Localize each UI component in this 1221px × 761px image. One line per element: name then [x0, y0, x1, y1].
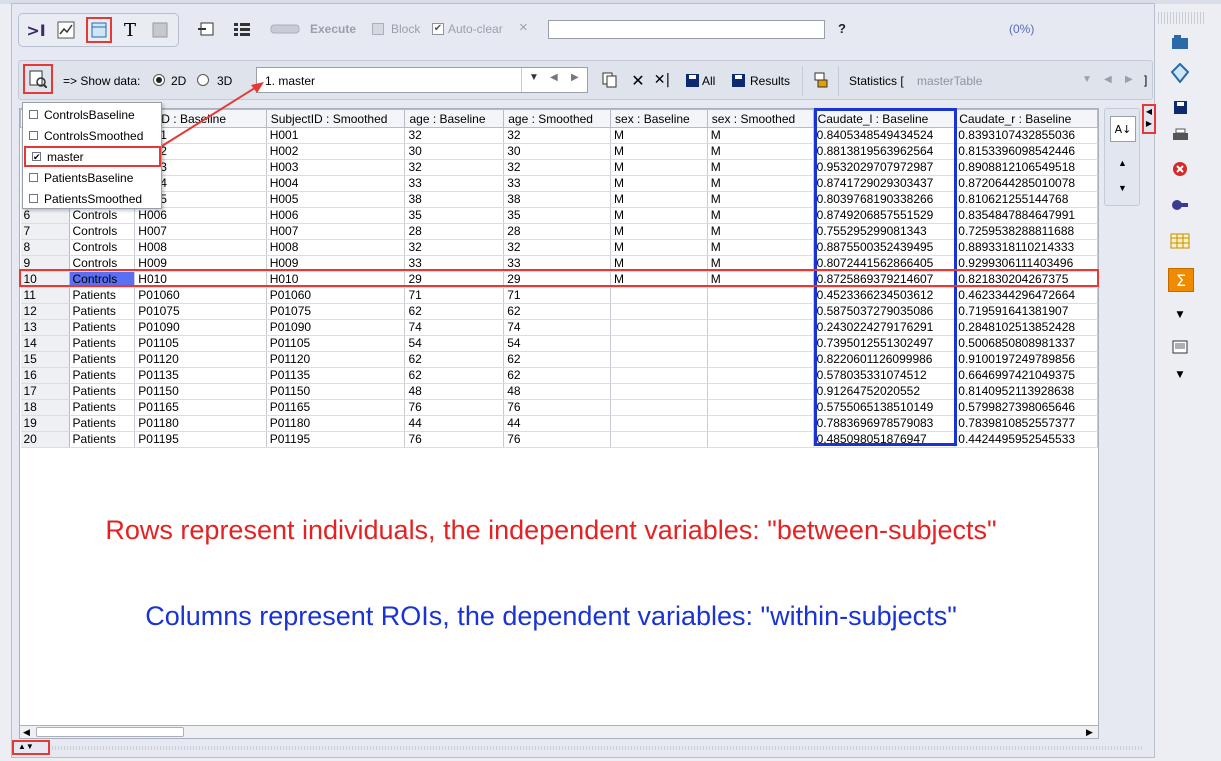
table-view-icon[interactable]	[1168, 230, 1192, 252]
sum-statistics-icon[interactable]: Σ	[1168, 268, 1194, 292]
sort-icon[interactable]: A↓	[1110, 116, 1136, 142]
toolbar-grip	[1158, 12, 1204, 24]
annotation-arrows	[161, 82, 512, 737]
collapse-panel-toggle[interactable]: ◀ ▶	[1142, 104, 1156, 134]
expand-collapse-toggle[interactable]: ▲▼	[12, 740, 50, 755]
more-options-icon[interactable]: ▼	[1168, 304, 1192, 326]
open-folder-icon[interactable]	[1168, 31, 1192, 53]
scroll-right-icon[interactable]: ▶	[1086, 727, 1093, 738]
settings-icon[interactable]	[1168, 194, 1192, 216]
table-side-panel: A↓ ▲ ▼	[1104, 108, 1140, 206]
load-icon[interactable]	[1168, 62, 1192, 84]
save-icon[interactable]	[1168, 96, 1192, 118]
move-up-icon[interactable]: ▲	[1118, 158, 1127, 168]
scroll-thumb[interactable]	[36, 727, 184, 737]
bottom-grip	[52, 746, 1142, 750]
move-down-icon[interactable]: ▼	[1118, 183, 1127, 193]
more-options-icon[interactable]: ▼	[1168, 364, 1192, 386]
delete-icon[interactable]	[1168, 158, 1192, 180]
horizontal-scrollbar[interactable]: ◀ ▶	[19, 725, 1099, 739]
export-icon[interactable]	[1168, 337, 1192, 359]
print-icon[interactable]	[1168, 124, 1192, 146]
scroll-left-icon[interactable]: ◀	[23, 727, 30, 738]
